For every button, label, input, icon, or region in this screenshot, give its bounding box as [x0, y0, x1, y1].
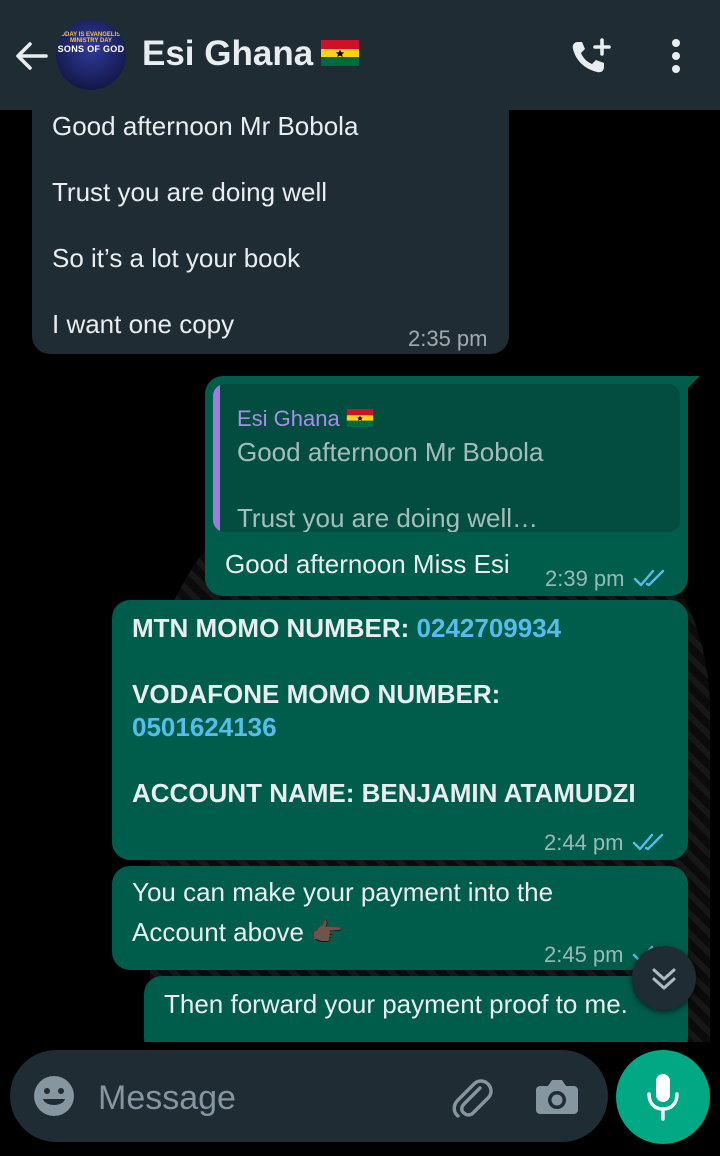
mtn-line: MTN MOMO NUMBER: 0242709934 [132, 612, 561, 645]
message-text: Then forward your payment proof to me. [164, 989, 628, 1019]
message-time: 2:39 pm [545, 566, 625, 591]
message-time: 2:44 pm [544, 830, 624, 855]
voice-message-button[interactable] [616, 1050, 710, 1144]
add-call-icon[interactable] [568, 36, 616, 78]
double-check-icon [632, 833, 663, 851]
ghana-flag-icon [346, 409, 373, 428]
outgoing-message[interactable]: MTN MOMO NUMBER: 0242709934 VODAFONE MOM… [112, 600, 688, 860]
message-meta: 2:39 pm [545, 562, 667, 595]
quoted-message[interactable]: Esi Ghana Good afternoon Mr Bobola Trust… [213, 384, 680, 532]
chat-header: TODAY IS EVANGELISM MINISTRY DAY SONS OF… [0, 0, 720, 110]
quoted-sender-name: Esi Ghana [237, 406, 340, 431]
double-check-icon [633, 569, 664, 587]
bubble-tail [686, 376, 700, 390]
message-line: Account above 👉🏿 [132, 916, 344, 949]
emoji-icon[interactable] [32, 1074, 76, 1118]
contact-name[interactable]: Esi Ghana [142, 34, 360, 74]
account-name: ACCOUNT NAME: BENJAMIN ATAMUDZI [132, 778, 636, 808]
message-input[interactable] [96, 1074, 430, 1122]
quote-bar [213, 384, 220, 532]
message-line: I want one copy [52, 309, 235, 339]
message-time: 2:45 pm [544, 942, 624, 967]
message-line: So it’s a lot your book [52, 243, 301, 273]
message-time: 2:35 pm [408, 326, 488, 351]
mic-icon [647, 1074, 679, 1121]
vodafone-label: VODAFONE MOMO NUMBER: [132, 679, 501, 709]
message-line: You can make your payment into the [132, 877, 554, 907]
composer-bar [0, 1042, 720, 1156]
message-line: Good afternoon Mr Bobola [52, 111, 359, 141]
incoming-message[interactable]: Good afternoon Mr Bobola Trust you are d… [32, 100, 509, 354]
message-box [10, 1050, 608, 1142]
message-text: Good afternoon Miss Esi [225, 549, 510, 579]
avatar-text: SONS OF GOD [57, 44, 125, 54]
ghana-flag-icon [321, 39, 360, 66]
pointing-hand-emoji: 👉🏿 [311, 917, 344, 947]
scroll-to-bottom-button[interactable] [632, 946, 696, 1010]
quoted-line: Trust you are doing well… [237, 503, 539, 532]
attach-clip-icon[interactable] [446, 1072, 496, 1122]
back-arrow-icon[interactable] [12, 36, 52, 76]
message-line: Trust you are doing well [52, 177, 328, 207]
contact-name-label: Esi Ghana [142, 34, 314, 73]
chevron-down-double-icon [652, 968, 676, 990]
phone-number-link[interactable]: 0501624136 [132, 711, 277, 744]
mtn-label: MTN MOMO NUMBER: [132, 613, 410, 643]
phone-number-link[interactable]: 0242709934 [417, 613, 562, 643]
more-vert-icon[interactable] [662, 36, 690, 78]
message-line-text: Account above [132, 917, 305, 947]
outgoing-message[interactable]: Esi Ghana Good afternoon Mr Bobola Trust… [205, 376, 700, 596]
contact-avatar[interactable]: TODAY IS EVANGELISM MINISTRY DAY SONS OF… [56, 20, 126, 90]
quoted-sender: Esi Ghana [237, 402, 374, 435]
quoted-line: Good afternoon Mr Bobola [237, 437, 544, 467]
camera-icon[interactable] [534, 1074, 580, 1118]
outgoing-message[interactable]: You can make your payment into the Accou… [112, 866, 688, 970]
avatar-top-text: TODAY IS EVANGELISM MINISTRY DAY [56, 32, 126, 44]
message-meta: 2:44 pm [544, 826, 666, 859]
